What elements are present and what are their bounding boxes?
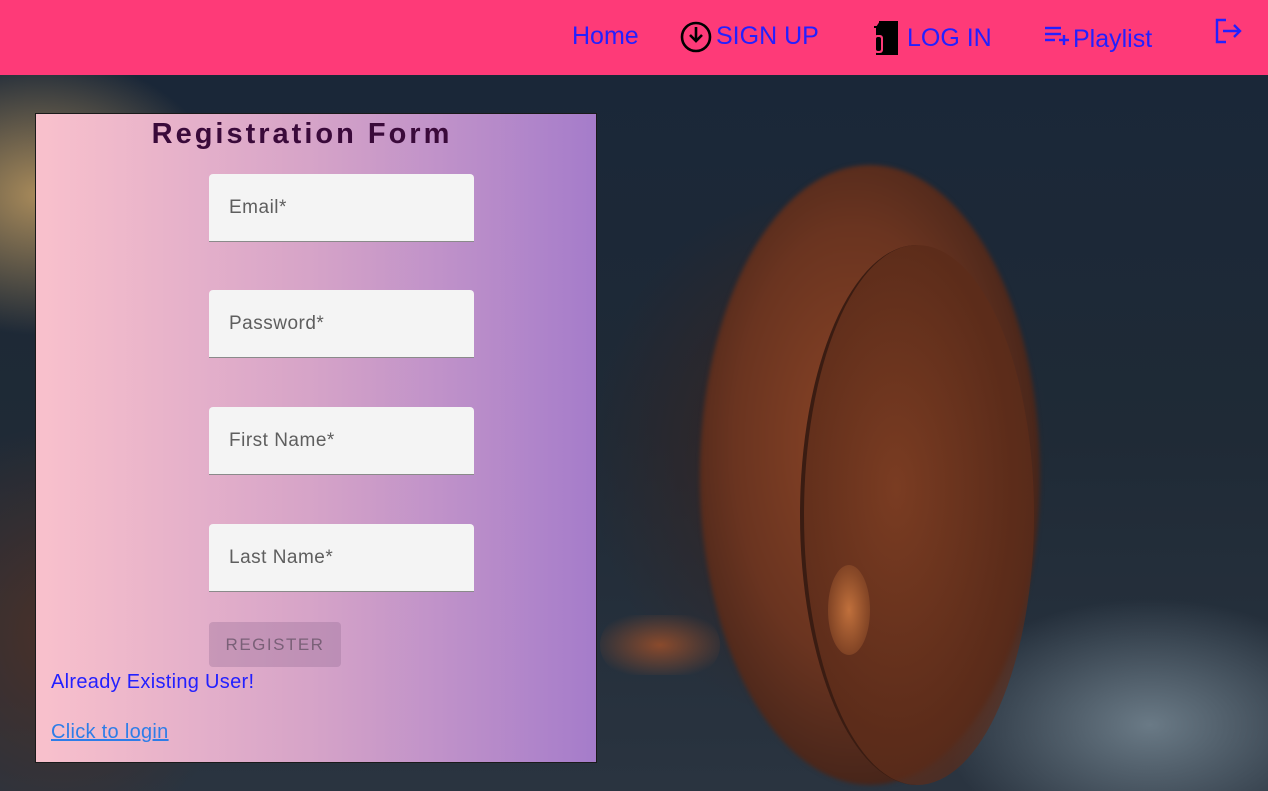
logout-button[interactable] [1214, 17, 1244, 45]
headphone-highlight-shape [828, 565, 870, 655]
headphone-band-shape [600, 615, 720, 675]
nav-signup-label: SIGN UP [716, 21, 819, 50]
first-name-field[interactable] [209, 407, 474, 475]
email-field[interactable] [209, 174, 474, 242]
nav-login-label: LOG IN [907, 23, 992, 52]
playlist-add-icon [1043, 24, 1073, 50]
nav-home-label: Home [572, 22, 639, 50]
logout-icon [1214, 17, 1244, 45]
headphone-cup-inner-shape [800, 245, 1034, 785]
password-field[interactable] [209, 290, 474, 358]
top-nav-bar: Home SIGN UP LOG IN Playlist [0, 0, 1268, 75]
download-circle-icon [679, 19, 713, 53]
register-button[interactable]: REGISTER [209, 622, 341, 667]
form-title: Registration Form [151, 118, 453, 150]
document-icon [870, 19, 904, 57]
nav-signup-link[interactable]: SIGN UP [679, 19, 819, 53]
nav-home-link[interactable]: Home [572, 22, 639, 51]
nav-login-link[interactable]: LOG IN [870, 19, 992, 57]
nav-playlist-label: Playlist [1073, 25, 1153, 53]
last-name-field[interactable] [209, 524, 474, 592]
nav-playlist-link[interactable]: Playlist [1043, 19, 1152, 54]
login-link[interactable]: Click to login [51, 721, 169, 744]
existing-user-text: Already Existing User! [51, 671, 255, 693]
registration-form: Registration Form REGISTER Already Exist… [35, 113, 597, 763]
